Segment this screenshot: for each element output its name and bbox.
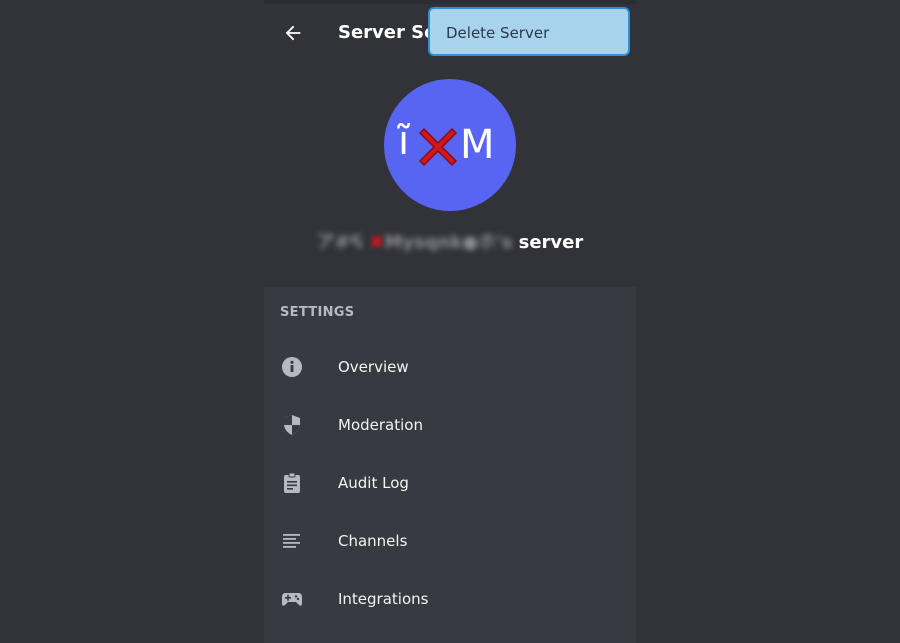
shield-icon [284,415,300,435]
server-name-blurred: ア#ᕋ [316,232,370,253]
avatar-text-left: ĩ [398,118,410,164]
arrow-left-icon [285,25,301,41]
settings-item-label: Overview [338,358,409,376]
settings-item-audit-log[interactable]: Audit Log [264,454,636,512]
clipboard-icon [284,472,300,493]
red-x-icon [418,127,458,167]
section-label: SETTINGS [280,305,355,320]
server-name-x-icon: ✖ [369,232,385,253]
settings-item-label: Channels [338,532,408,550]
settings-item-channels[interactable]: Channels [264,512,636,570]
avatar-text-right: M [460,122,495,168]
list-icon [283,534,300,548]
server-name-suffix: server [518,232,584,253]
settings-item-integrations[interactable]: Integrations [264,570,636,628]
server-settings-screen: Server Settings ĩ M ア#ᕋ ✖Mysqnk●ホ's serv… [264,0,636,643]
delete-server-menu-item[interactable]: Delete Server [446,24,549,42]
context-menu: Delete Server [428,7,630,56]
settings-item-label: Moderation [338,416,423,434]
server-avatar[interactable]: ĩ M [384,79,516,211]
settings-item-moderation[interactable]: Moderation [264,396,636,454]
server-name-blurred-mid: Mysqnk●ホ's [384,232,513,253]
info-icon [282,357,302,377]
gamepad-icon [282,593,302,606]
settings-panel: SETTINGS Overview Moderation Audit Log C… [264,287,636,643]
settings-item-label: Audit Log [338,474,409,492]
settings-item-label: Integrations [338,590,429,608]
back-button[interactable] [282,22,304,44]
settings-item-overview[interactable]: Overview [264,338,636,396]
server-name: ア#ᕋ ✖Mysqnk●ホ's server [264,228,636,254]
